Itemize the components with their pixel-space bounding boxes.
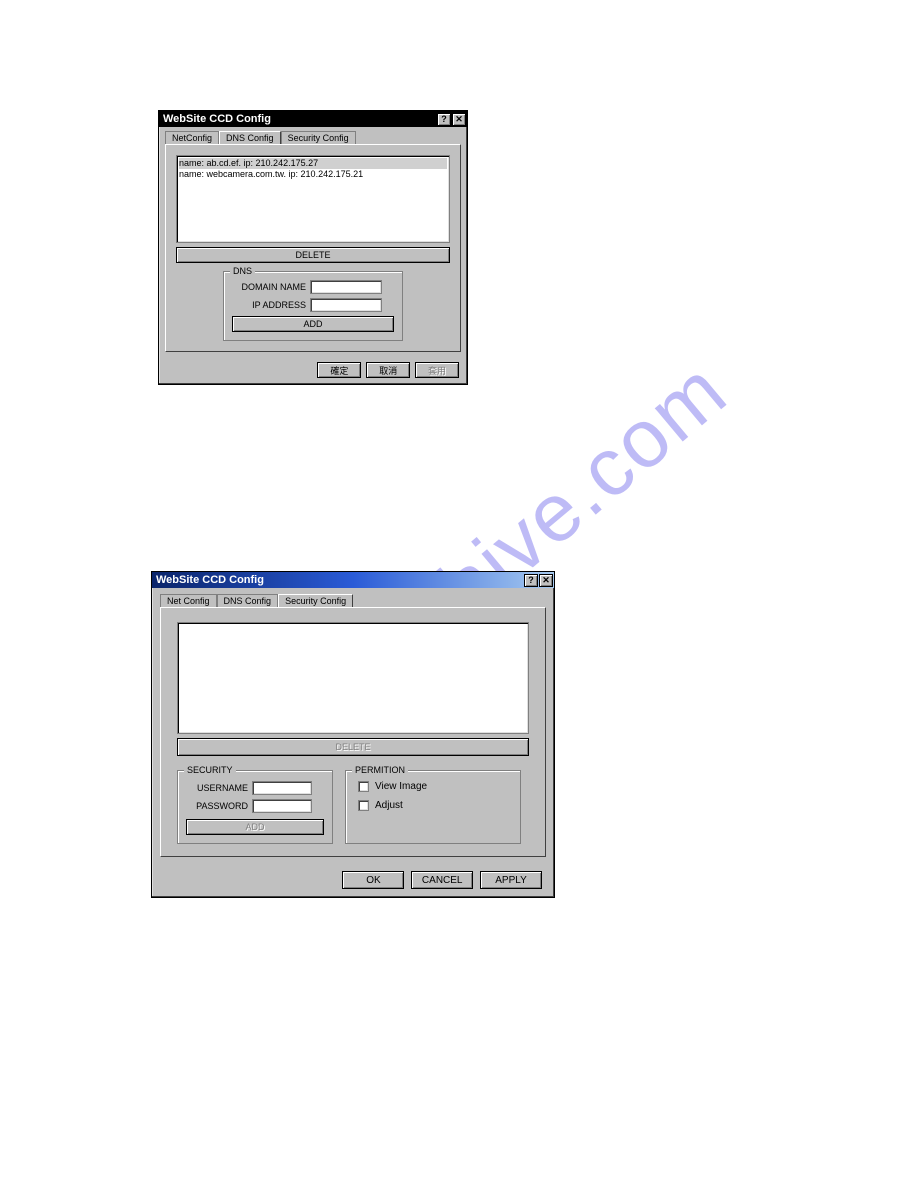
view-image-checkbox[interactable] bbox=[358, 781, 369, 792]
adjust-label: Adjust bbox=[375, 800, 403, 811]
adjust-checkbox[interactable] bbox=[358, 800, 369, 811]
tab-netconfig[interactable]: Net Config bbox=[160, 594, 217, 607]
username-input[interactable] bbox=[252, 781, 312, 795]
cancel-button[interactable]: CANCEL bbox=[411, 871, 473, 889]
titlebar[interactable]: WebSite CCD Config ? ✕ bbox=[152, 572, 554, 588]
dns-config-dialog: WebSite CCD Config ? ✕ NetConfig DNS Con… bbox=[158, 110, 468, 385]
security-groupbox: SECURITY USERNAME PASSWORD ADD bbox=[177, 770, 333, 844]
dialog-button-row: OK CANCEL APPLY bbox=[152, 865, 554, 897]
delete-button[interactable]: DELETE bbox=[176, 247, 450, 263]
apply-button[interactable]: APPLY bbox=[480, 871, 542, 889]
dns-listbox[interactable]: name: ab.cd.ef. ip: 210.242.175.27 name:… bbox=[176, 155, 450, 243]
permition-groupbox: PERMITION View Image Adjust bbox=[345, 770, 521, 844]
domain-name-input[interactable] bbox=[310, 280, 382, 294]
ip-address-input[interactable] bbox=[310, 298, 382, 312]
security-listbox[interactable] bbox=[177, 622, 529, 734]
tab-strip: NetConfig DNS Config Security Config bbox=[159, 127, 467, 144]
cancel-button[interactable]: 取消 bbox=[366, 362, 410, 378]
security-group-label: SECURITY bbox=[184, 765, 236, 775]
apply-button[interactable]: 套用 bbox=[415, 362, 459, 378]
ip-address-label: IP ADDRESS bbox=[232, 300, 306, 310]
tab-panel: name: ab.cd.ef. ip: 210.242.175.27 name:… bbox=[165, 144, 461, 352]
dialog-title: WebSite CCD Config bbox=[163, 113, 271, 125]
list-item[interactable]: name: ab.cd.ef. ip: 210.242.175.27 bbox=[179, 158, 447, 169]
tab-securityconfig[interactable]: Security Config bbox=[278, 594, 353, 607]
domain-name-label: DOMAIN NAME bbox=[232, 282, 306, 292]
close-button[interactable]: ✕ bbox=[539, 574, 553, 587]
view-image-label: View Image bbox=[375, 781, 427, 792]
password-input[interactable] bbox=[252, 799, 312, 813]
dialog-title: WebSite CCD Config bbox=[156, 574, 264, 586]
ok-button[interactable]: OK bbox=[342, 871, 404, 889]
help-button[interactable]: ? bbox=[524, 574, 538, 587]
adjust-row: Adjust bbox=[358, 800, 512, 811]
tab-panel: DELETE SECURITY USERNAME PASSWORD ADD PE… bbox=[160, 607, 546, 857]
tab-dnsconfig[interactable]: DNS Config bbox=[217, 594, 279, 607]
password-label: PASSWORD bbox=[186, 801, 248, 811]
titlebar[interactable]: WebSite CCD Config ? ✕ bbox=[159, 111, 467, 127]
dns-group-label: DNS bbox=[230, 266, 255, 276]
ok-button[interactable]: 確定 bbox=[317, 362, 361, 378]
dns-groupbox: DNS DOMAIN NAME IP ADDRESS ADD bbox=[223, 271, 403, 341]
add-button[interactable]: ADD bbox=[186, 819, 324, 835]
username-label: USERNAME bbox=[186, 783, 248, 793]
view-image-row: View Image bbox=[358, 781, 512, 792]
tab-netconfig[interactable]: NetConfig bbox=[165, 131, 219, 144]
security-config-dialog: WebSite CCD Config ? ✕ Net Config DNS Co… bbox=[151, 571, 555, 898]
permition-group-label: PERMITION bbox=[352, 765, 408, 775]
help-button[interactable]: ? bbox=[437, 113, 451, 126]
delete-button[interactable]: DELETE bbox=[177, 738, 529, 756]
tab-strip: Net Config DNS Config Security Config bbox=[152, 588, 554, 607]
list-item[interactable]: name: webcamera.com.tw. ip: 210.242.175.… bbox=[179, 169, 447, 180]
dialog-button-row: 確定 取消 套用 bbox=[159, 358, 467, 384]
tab-securityconfig[interactable]: Security Config bbox=[281, 131, 356, 144]
close-button[interactable]: ✕ bbox=[452, 113, 466, 126]
tab-dnsconfig[interactable]: DNS Config bbox=[219, 131, 281, 144]
add-button[interactable]: ADD bbox=[232, 316, 394, 332]
